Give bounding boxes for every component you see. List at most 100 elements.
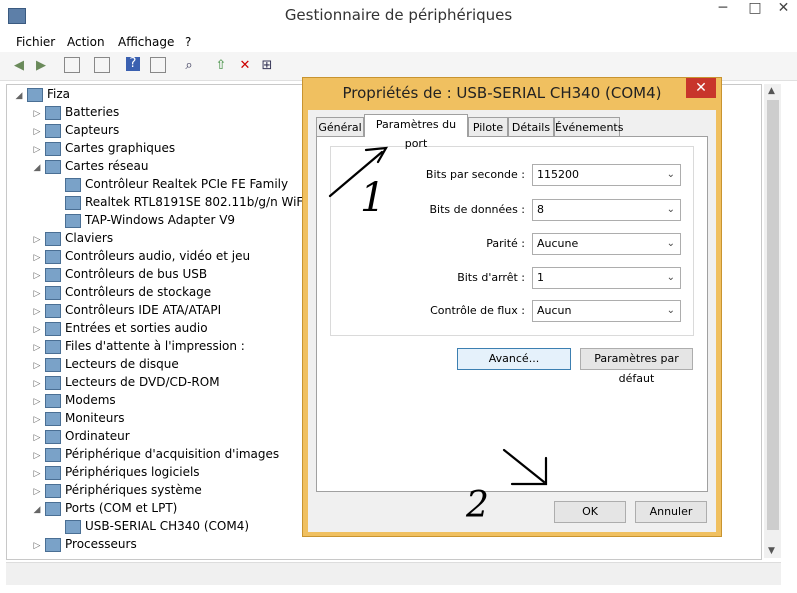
help-icon[interactable]: ? (126, 57, 140, 71)
uninstall-icon[interactable]: ⊞ (258, 57, 276, 75)
category-item[interactable]: ▷ Contrôleurs IDE ATA/ATAPI (31, 301, 221, 319)
bits-per-second-select[interactable]: 115200 ⌄ (532, 164, 681, 186)
category-item[interactable]: ▷ Lecteurs de DVD/CD-ROM (31, 373, 220, 391)
tree-item-label: Contrôleur Realtek PCIe FE Family (85, 177, 289, 191)
device-item[interactable]: TAP-Windows Adapter V9 (51, 211, 235, 229)
flow-control-select[interactable]: Aucun ⌄ (532, 300, 681, 322)
menu-help[interactable]: ? (185, 35, 191, 49)
tab-driver[interactable]: Pilote (468, 117, 508, 136)
tree-item-label: Cartes graphiques (65, 141, 176, 155)
minimize-icon[interactable]: ─ (708, 0, 738, 24)
category-item[interactable]: ▷ Périphériques logiciels (31, 463, 200, 481)
collapse-icon[interactable]: ◢ (13, 87, 25, 105)
device-icon (45, 429, 61, 444)
tree-item-label: Capteurs (65, 123, 120, 137)
tree-item-label: TAP-Windows Adapter V9 (85, 213, 236, 227)
tree-item-label: Cartes réseau (65, 159, 149, 173)
category-item[interactable]: ▷ Contrôleurs de bus USB (31, 265, 207, 283)
scroll-down-icon[interactable]: ▼ (768, 546, 775, 556)
device-icon (45, 105, 61, 120)
tab-details[interactable]: Détails (508, 117, 554, 136)
flow-control-value: Aucun (537, 304, 572, 317)
device-icon (45, 141, 61, 156)
category-item[interactable]: ▷ Contrôleurs de stockage (31, 283, 211, 301)
category-item[interactable]: ▷ Modems (31, 391, 116, 409)
category-item[interactable]: ▷ Entrées et sorties audio (31, 319, 208, 337)
advanced-button[interactable]: Avancé... (457, 348, 571, 370)
tree-item-label: Ports (COM et LPT) (65, 501, 178, 515)
tree-item-label: Lecteurs de disque (65, 357, 179, 371)
device-icon (45, 231, 61, 246)
category-item[interactable]: ◢ Ports (COM et LPT) (31, 499, 177, 517)
window-title: Gestionnaire de périphériques (284, 6, 513, 24)
menu-action[interactable]: Action (67, 35, 105, 49)
category-item[interactable]: ▷ Contrôleurs audio, vidéo et jeu (31, 247, 250, 265)
category-item[interactable]: ▷ Moniteurs (31, 409, 125, 427)
tab-general[interactable]: Général (316, 117, 364, 136)
tree-item-label: Contrôleurs IDE ATA/ATAPI (65, 303, 222, 317)
parity-select[interactable]: Aucune ⌄ (532, 233, 681, 255)
category-item[interactable]: ▷ Périphériques système (31, 481, 202, 499)
tree-item-label: Moniteurs (65, 411, 125, 425)
chevron-down-icon: ⌄ (666, 204, 675, 215)
device-item[interactable]: USB-SERIAL CH340 (COM4) (51, 517, 249, 535)
view-icon[interactable] (64, 57, 80, 73)
flow-control-label: Contrôle de flux : (430, 304, 525, 317)
ok-button[interactable]: OK (554, 501, 626, 523)
device-icon (45, 249, 61, 264)
category-item[interactable]: ▷ Claviers (31, 229, 113, 247)
tree-root[interactable]: ◢ Fiza (13, 85, 70, 103)
device-icon (45, 393, 61, 408)
scroll-up-icon[interactable]: ▲ (768, 86, 775, 96)
device-icon (45, 447, 61, 462)
device-icon (65, 177, 81, 192)
scan-icon[interactable]: ⌕ (180, 57, 198, 75)
back-icon[interactable]: ◀ (10, 57, 28, 75)
category-item[interactable]: ▷ Files d'attente à l'impression : (31, 337, 245, 355)
category-item[interactable]: ▷ Processeurs (31, 535, 137, 553)
category-item[interactable]: ▷ Batteries (31, 103, 119, 121)
device-icon (45, 321, 61, 336)
expand-icon[interactable]: ▷ (31, 537, 43, 555)
device-icon (45, 357, 61, 372)
category-item[interactable]: ▷ Périphérique d'acquisition d'images (31, 445, 279, 463)
computer-icon (27, 87, 43, 102)
device-icon (45, 267, 61, 282)
status-bar (6, 562, 781, 585)
category-item[interactable]: ▷ Ordinateur (31, 427, 130, 445)
tree-item-label: Ordinateur (65, 429, 130, 443)
tree-item-label: Périphériques système (65, 483, 202, 497)
parity-value: Aucune (537, 237, 579, 250)
grid-icon[interactable] (150, 57, 166, 73)
forward-icon[interactable]: ▶ (32, 57, 50, 75)
chevron-down-icon: ⌄ (666, 238, 675, 249)
data-bits-select[interactable]: 8 ⌄ (532, 199, 681, 221)
menu-affichage[interactable]: Affichage (118, 35, 174, 49)
device-item[interactable]: Contrôleur Realtek PCIe FE Family (51, 175, 288, 193)
disable-icon[interactable]: ✕ (236, 57, 254, 75)
defaults-button[interactable]: Paramètres par défaut (580, 348, 693, 385)
chevron-down-icon: ⌄ (666, 272, 675, 283)
category-item[interactable]: ◢ Cartes réseau (31, 157, 148, 175)
scrollbar-thumb[interactable] (767, 100, 779, 530)
tree-item-label: Lecteurs de DVD/CD-ROM (65, 375, 220, 389)
menu-fichier[interactable]: Fichier (16, 35, 55, 49)
tree-root-label: Fiza (47, 87, 71, 101)
cancel-button[interactable]: Annuler (635, 501, 707, 523)
close-icon[interactable]: ✕ (770, 0, 797, 24)
tab-port-settings[interactable]: Paramètres du port (364, 114, 468, 150)
stop-bits-select[interactable]: 1 ⌄ (532, 267, 681, 289)
device-icon (45, 375, 61, 390)
expand-icon[interactable]: ◢ (31, 501, 43, 519)
category-item[interactable]: ▷ Capteurs (31, 121, 119, 139)
device-icon (45, 339, 61, 354)
maximize-icon[interactable]: □ (740, 0, 770, 24)
properties-icon[interactable] (94, 57, 110, 73)
dialog-close-icon[interactable]: ✕ (686, 78, 716, 98)
update-driver-icon[interactable]: ⇧ (212, 57, 230, 75)
category-item[interactable]: ▷ Lecteurs de disque (31, 355, 179, 373)
tree-item-label: USB-SERIAL CH340 (COM4) (85, 519, 250, 533)
expand-icon[interactable]: ◢ (31, 159, 43, 177)
tab-events[interactable]: Événements (554, 117, 623, 136)
category-item[interactable]: ▷ Cartes graphiques (31, 139, 175, 157)
